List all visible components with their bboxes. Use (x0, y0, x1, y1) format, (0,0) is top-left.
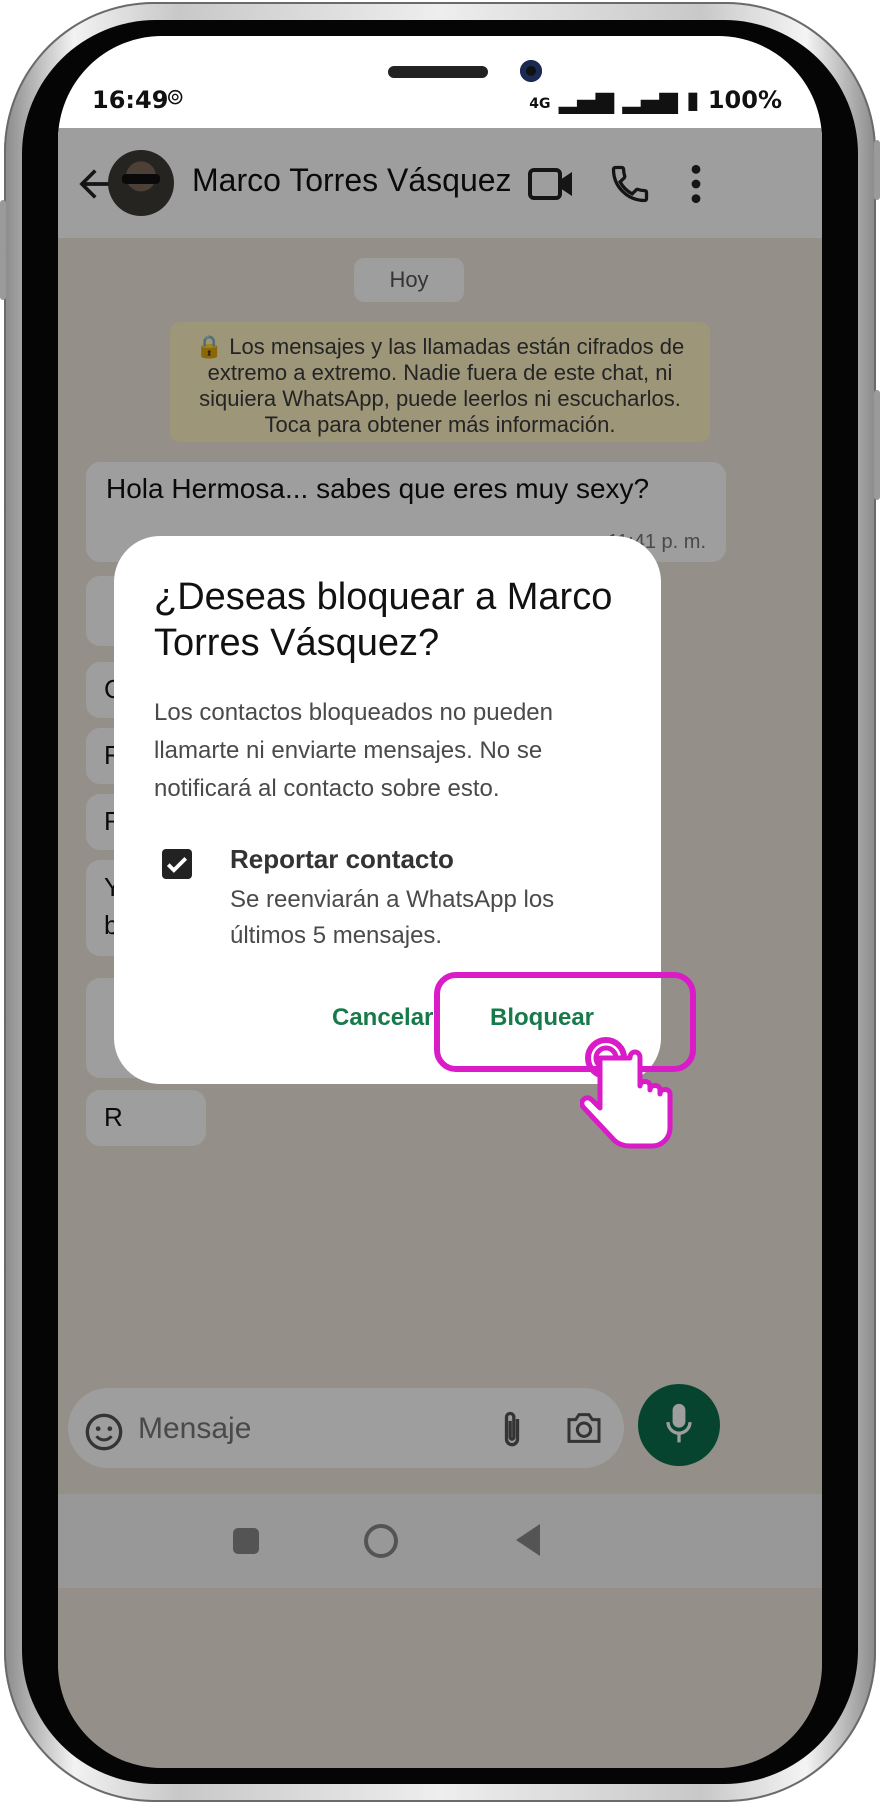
cancel-button[interactable]: Cancelar (332, 1004, 433, 1032)
hotspot-icon: ⊚ (166, 84, 185, 109)
report-contact-description: Se reenviarán a WhatsApp los últimos 5 m… (230, 886, 555, 949)
front-camera (520, 60, 542, 82)
block-contact-dialog: ¿Deseas bloquear a Marco Torres Vásquez?… (114, 536, 696, 1149)
report-contact-label[interactable]: Reportar contacto (230, 844, 454, 875)
side-button (874, 140, 880, 200)
network-type: 4G (529, 96, 551, 112)
signal-icon: ▂▄▆ ▂▄▆ ▮ (558, 86, 700, 114)
side-button (874, 390, 880, 500)
checkmark-icon (166, 857, 188, 873)
side-button (0, 200, 6, 300)
earpiece-speaker (388, 66, 488, 78)
tap-hand-icon (580, 1037, 673, 1149)
dialog-title: ¿Deseas bloquear a Marco Torres Vásquez? (154, 576, 613, 664)
battery-level: 100% (707, 86, 782, 114)
status-bar: 16:49 ⊚ 4G ▂▄▆ ▂▄▆ ▮ 100% (58, 36, 822, 128)
whatsapp-chat-screen: Marco Torres Vásquez Hoy 🔒 Los mensajes … (58, 128, 822, 1768)
dialog-message: Los contactos bloqueados no pueden llama… (154, 699, 553, 802)
status-time: 16:49 (92, 86, 169, 114)
status-indicators: 4G ▂▄▆ ▂▄▆ ▮ 100% (529, 86, 782, 114)
report-contact-checkbox[interactable] (162, 849, 192, 879)
device-screen: 16:49 ⊚ 4G ▂▄▆ ▂▄▆ ▮ 100% Marco Torres V… (58, 36, 822, 1768)
